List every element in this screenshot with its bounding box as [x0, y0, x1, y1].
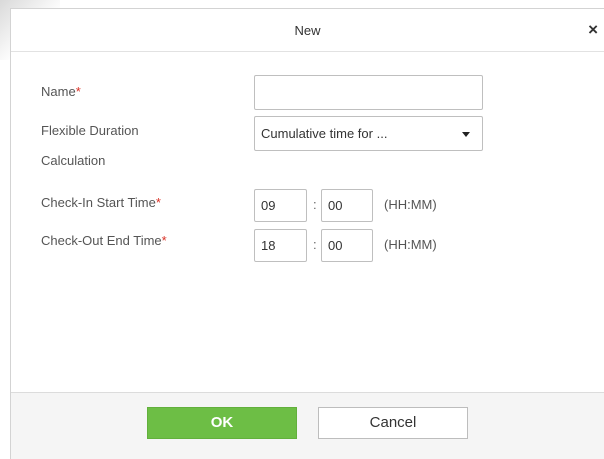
required-mark: * [161, 233, 167, 248]
checkin-format-hint: (HH:MM) [384, 197, 437, 212]
caret-down-icon [462, 132, 470, 137]
checkin-label: Check-In Start Time* [41, 195, 161, 210]
required-mark: * [155, 195, 161, 210]
flexible-duration-selected-value: Cumulative time for ... [261, 126, 388, 141]
name-input[interactable] [254, 75, 483, 110]
close-icon[interactable]: × [588, 21, 598, 38]
required-mark: * [75, 84, 81, 99]
flexible-duration-label-line2: Calculation [41, 153, 106, 168]
dialog-title-bar: New × [11, 9, 604, 52]
name-label: Name* [41, 84, 81, 99]
name-label-text: Name [41, 84, 76, 99]
checkin-hour-input[interactable] [254, 189, 307, 222]
checkout-minute-input[interactable] [321, 229, 373, 262]
time-separator: : [313, 197, 317, 212]
checkin-minute-input[interactable] [321, 189, 373, 222]
cancel-button[interactable]: Cancel [318, 407, 468, 439]
dialog-title: New [294, 23, 321, 38]
checkout-label: Check-Out End Time* [41, 233, 167, 248]
checkout-label-text: Check-Out End Time [41, 233, 162, 248]
checkout-hour-input[interactable] [254, 229, 307, 262]
checkin-label-text: Check-In Start Time [41, 195, 156, 210]
time-separator: : [313, 237, 317, 252]
flexible-duration-select[interactable]: Cumulative time for ... [254, 116, 483, 151]
flexible-duration-label-line1: Flexible Duration [41, 123, 139, 138]
new-dialog: New × Name* Flexible Duration Calculatio… [10, 8, 604, 459]
ok-button[interactable]: OK [147, 407, 297, 439]
dialog-footer: OK Cancel [11, 392, 604, 459]
checkout-format-hint: (HH:MM) [384, 237, 437, 252]
